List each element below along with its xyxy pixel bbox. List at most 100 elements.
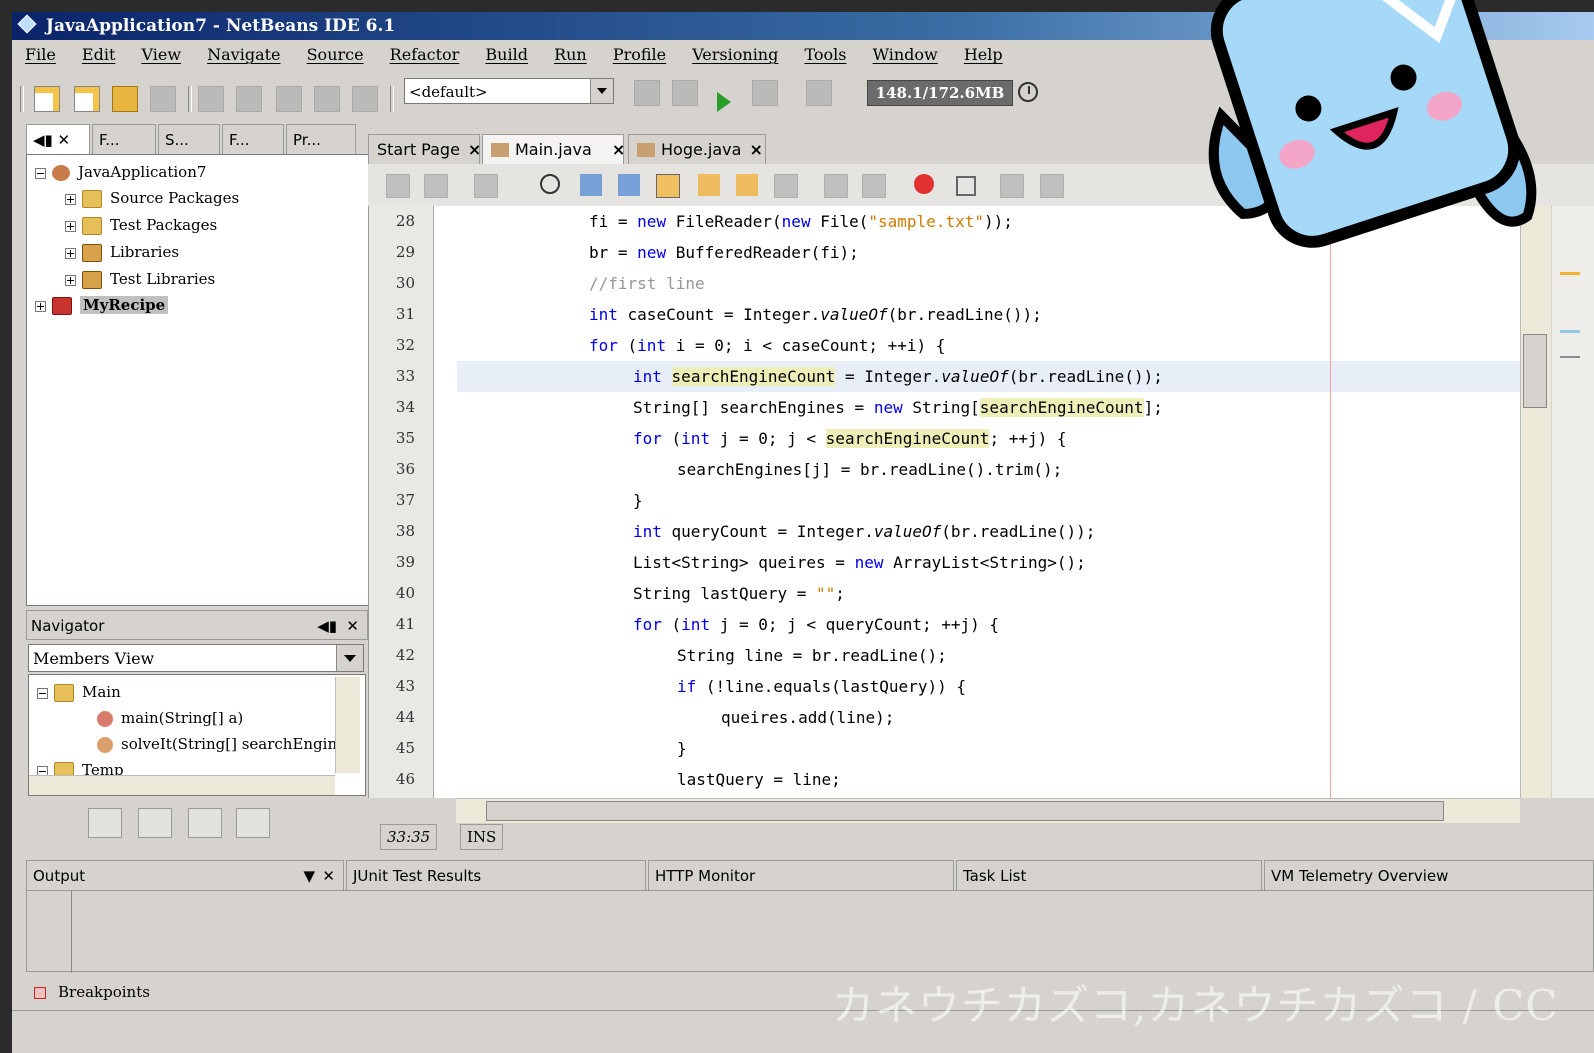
dropdown-icon[interactable]: ▼ bbox=[303, 861, 315, 891]
redo-icon[interactable] bbox=[352, 86, 378, 112]
build-icon[interactable] bbox=[634, 80, 660, 106]
code-line[interactable]: 34 String[] searchEngines = new String[se… bbox=[369, 392, 1521, 423]
code-line[interactable]: 32 for (int i = 0; i < caseCount; ++i) { bbox=[369, 330, 1521, 361]
nav-method-solveit[interactable]: solveIt(String[] searchEngin bbox=[97, 731, 337, 757]
save-all-icon[interactable] bbox=[150, 86, 176, 112]
code-line[interactable]: 44 queires.add(line); bbox=[369, 702, 1521, 733]
undo-icon[interactable] bbox=[314, 86, 340, 112]
tab-start-page[interactable]: Start Page × bbox=[368, 134, 481, 164]
tab-services[interactable]: S... bbox=[158, 124, 220, 154]
find-next-icon[interactable] bbox=[618, 174, 640, 196]
tab-hoge-java[interactable]: Hoge.java × bbox=[628, 134, 766, 164]
forward-icon[interactable] bbox=[424, 174, 448, 198]
toggle-highlight-icon[interactable] bbox=[656, 174, 680, 198]
last-edit-icon[interactable] bbox=[474, 174, 498, 198]
back-icon[interactable] bbox=[386, 174, 410, 198]
chevron-down-icon[interactable] bbox=[336, 645, 363, 671]
find-previous-icon[interactable] bbox=[580, 174, 602, 196]
profile-icon[interactable] bbox=[806, 80, 832, 106]
next-bookmark-icon[interactable] bbox=[736, 174, 758, 196]
show-static-icon[interactable] bbox=[138, 808, 172, 838]
menu-tools[interactable]: Tools bbox=[804, 45, 846, 64]
clean-build-icon[interactable] bbox=[672, 80, 698, 106]
tree-node-test-packages[interactable]: Test Packages bbox=[65, 212, 217, 238]
tree-node-test-libraries[interactable]: Test Libraries bbox=[65, 266, 215, 292]
uncomment-icon[interactable] bbox=[1040, 174, 1064, 198]
show-nonpublic-icon[interactable] bbox=[188, 808, 222, 838]
tree-node-myrecipe[interactable]: MyRecipe bbox=[35, 292, 169, 318]
comment-icon[interactable] bbox=[1000, 174, 1024, 198]
chevron-down-icon[interactable] bbox=[590, 79, 613, 103]
menu-file[interactable]: File bbox=[25, 45, 56, 64]
menu-view[interactable]: View bbox=[141, 45, 181, 64]
menu-run[interactable]: Run bbox=[554, 45, 587, 64]
code-line[interactable]: 37} bbox=[369, 485, 1521, 516]
expand-icon[interactable] bbox=[65, 193, 76, 205]
tree-node-libraries[interactable]: Libraries bbox=[65, 239, 179, 265]
menu-build[interactable]: Build bbox=[485, 45, 528, 64]
expand-icon[interactable] bbox=[65, 220, 76, 232]
tab-files[interactable]: F... bbox=[92, 124, 156, 154]
menu-help[interactable]: Help bbox=[964, 45, 1003, 64]
close-icon[interactable]: × bbox=[612, 140, 625, 159]
close-icon[interactable]: × bbox=[468, 140, 481, 159]
record-macro-icon[interactable] bbox=[914, 174, 934, 194]
tab-task-list[interactable]: Task List bbox=[956, 860, 1262, 890]
code-line[interactable]: 39 List<String> queires = new ArrayList<S… bbox=[369, 547, 1521, 578]
stop-macro-icon[interactable] bbox=[956, 176, 976, 196]
code-line[interactable]: 33 int searchEngineCount = Integer.valueO… bbox=[369, 361, 1521, 392]
menu-refactor[interactable]: Refactor bbox=[390, 45, 460, 64]
navigator-view-select[interactable]: Members View bbox=[28, 644, 364, 672]
tab-http-monitor[interactable]: HTTP Monitor bbox=[648, 860, 954, 890]
open-project-icon[interactable] bbox=[112, 86, 138, 112]
cut-icon[interactable] bbox=[198, 86, 224, 112]
menu-edit[interactable]: Edit bbox=[82, 45, 115, 64]
memory-indicator[interactable]: 148.1/172.6MB bbox=[867, 80, 1013, 106]
nav-method-main[interactable]: main(String[] a) bbox=[97, 705, 243, 731]
close-icon[interactable]: ✕ bbox=[322, 861, 335, 891]
code-line[interactable]: 36 searchEngines[j] = br.readLine().trim(… bbox=[369, 454, 1521, 485]
debug-icon[interactable] bbox=[752, 80, 778, 106]
navigator-hscroll[interactable] bbox=[29, 775, 335, 795]
expand-icon[interactable] bbox=[35, 300, 46, 312]
new-project-icon[interactable] bbox=[74, 86, 100, 112]
scroll-thumb[interactable] bbox=[1523, 334, 1547, 408]
toggle-bookmark-icon[interactable] bbox=[774, 174, 798, 198]
code-line[interactable]: 43 if (!line.equals(lastQuery)) { bbox=[369, 671, 1521, 702]
menu-navigate[interactable]: Navigate bbox=[207, 45, 280, 64]
tab-output[interactable]: Output ▼ ✕ bbox=[26, 860, 344, 890]
menu-profile[interactable]: Profile bbox=[613, 45, 666, 64]
navigator-vscroll[interactable] bbox=[335, 677, 360, 773]
close-icon[interactable]: ✕ bbox=[346, 611, 359, 641]
sort-alpha-icon[interactable] bbox=[236, 808, 270, 838]
code-line[interactable]: 41 for (int j = 0; j < queryCount; ++j) { bbox=[369, 609, 1521, 640]
garbage-collect-icon[interactable] bbox=[1018, 82, 1038, 102]
breakpoints-minimized[interactable]: Breakpoints bbox=[34, 978, 150, 1006]
code-line[interactable]: 35 for (int j = 0; j < searchEngineCount;… bbox=[369, 423, 1521, 454]
close-icon[interactable]: × bbox=[749, 140, 762, 159]
previous-bookmark-icon[interactable] bbox=[698, 174, 720, 196]
menu-window[interactable]: Window bbox=[873, 45, 938, 64]
code-line[interactable]: 45} bbox=[369, 733, 1521, 764]
collapse-icon[interactable] bbox=[35, 167, 46, 179]
code-line[interactable]: 42 String line = br.readLine(); bbox=[369, 640, 1521, 671]
editor-hscroll[interactable] bbox=[456, 798, 1520, 823]
minimize-icon[interactable]: ◀▮ bbox=[317, 611, 337, 641]
run-icon[interactable] bbox=[717, 92, 731, 112]
tree-node-source-packages[interactable]: Source Packages bbox=[65, 185, 239, 211]
code-line[interactable]: 46 lastQuery = line; bbox=[369, 764, 1521, 795]
shift-right-icon[interactable] bbox=[862, 174, 886, 198]
find-icon[interactable] bbox=[540, 174, 560, 194]
expand-icon[interactable] bbox=[65, 247, 76, 259]
copy-icon[interactable] bbox=[236, 86, 262, 112]
nav-class-main[interactable]: Main bbox=[37, 679, 121, 705]
expand-icon[interactable] bbox=[65, 274, 76, 286]
paste-icon[interactable] bbox=[276, 86, 302, 112]
collapse-icon[interactable] bbox=[37, 687, 48, 699]
shift-left-icon[interactable] bbox=[824, 174, 848, 198]
tree-node-project[interactable]: JavaApplication7 bbox=[35, 159, 206, 185]
menu-source[interactable]: Source bbox=[307, 45, 364, 64]
new-file-icon[interactable] bbox=[34, 86, 60, 112]
occurrence-marker[interactable] bbox=[1560, 330, 1580, 333]
scroll-thumb[interactable] bbox=[486, 801, 1444, 821]
